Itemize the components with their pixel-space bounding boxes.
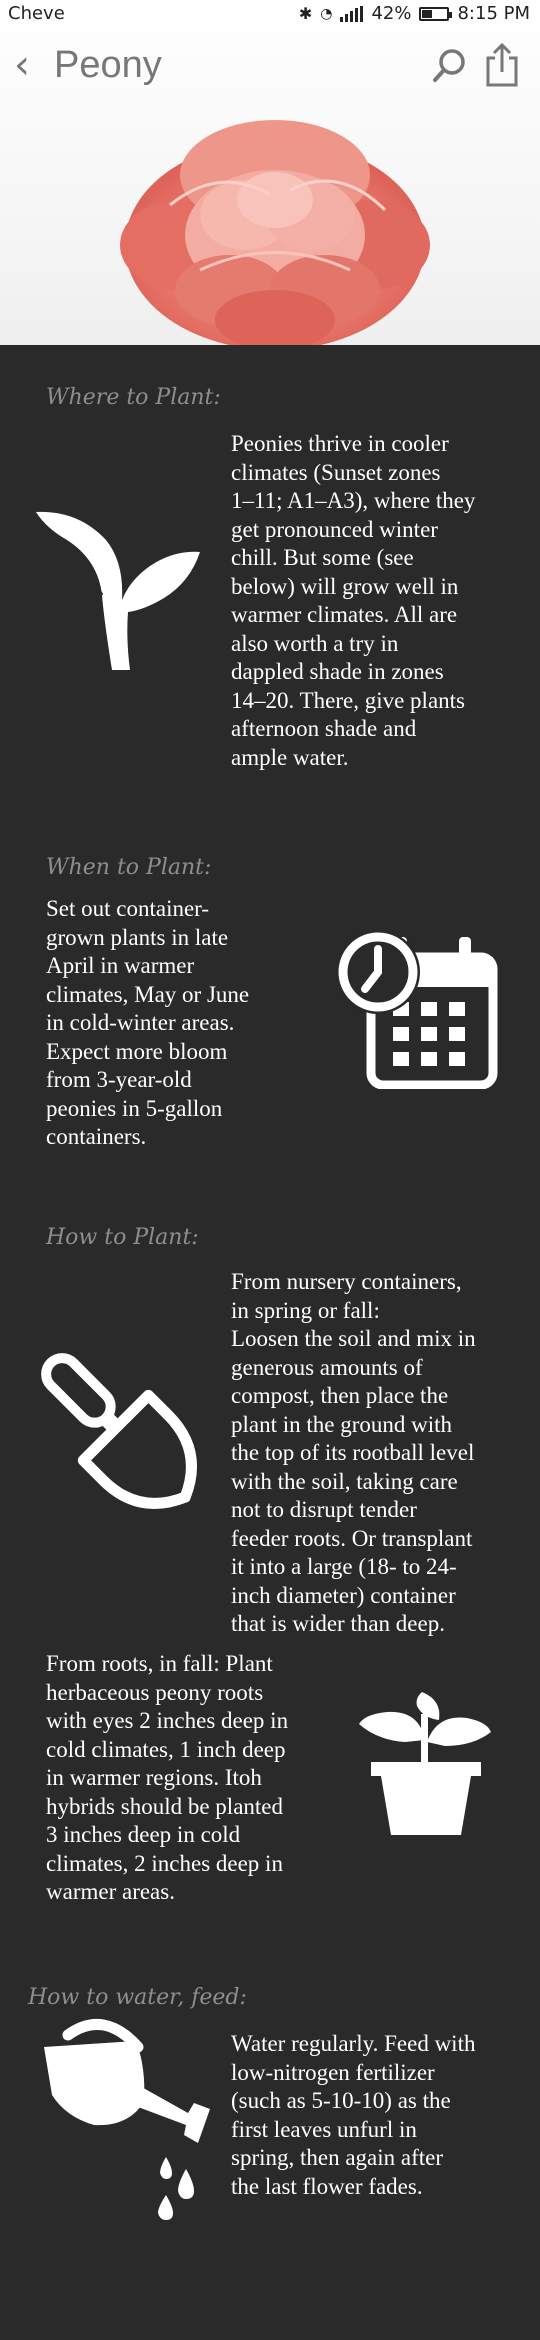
how-heading: How to Plant: xyxy=(46,1225,199,1250)
signal-icon xyxy=(340,5,364,22)
potted-plant-icon xyxy=(359,1692,491,1835)
page-title: Peony xyxy=(54,44,162,86)
share-icon[interactable] xyxy=(484,42,520,88)
water-heading: How to water, feed: xyxy=(28,1985,247,2010)
when-text: Set out container- grown plants in late … xyxy=(46,896,250,1149)
how-text-containers: From nursery containers, in spring or fa… xyxy=(231,1269,476,1636)
how-text-roots: From roots, in fall: Plant herbaceous pe… xyxy=(46,1651,289,1904)
app-header: ‹ Peony xyxy=(0,38,540,98)
calendar-clock-icon xyxy=(336,930,498,1089)
chevron-left-icon[interactable]: ‹ xyxy=(14,42,30,88)
where-text: Peonies thrive in cooler climates (Sunse… xyxy=(231,431,476,770)
where-heading: Where to Plant: xyxy=(46,385,221,410)
peony-flower-image xyxy=(120,120,430,345)
battery-icon xyxy=(419,6,453,21)
sprout-icon xyxy=(36,511,200,670)
wifi-icon: ◔ xyxy=(320,5,333,22)
when-heading: When to Plant: xyxy=(46,855,212,880)
status-bar: Cheve ✱ ◔ 42% 8:15 PM xyxy=(0,0,540,30)
carrier-label: Cheve xyxy=(8,3,65,24)
watering-can-icon xyxy=(44,2018,210,2220)
water-text: Water regularly. Feed with low-nitrogen … xyxy=(231,2031,476,2199)
trowel-icon xyxy=(41,1353,197,1509)
clock: 8:15 PM xyxy=(457,3,530,24)
hero-area: Cheve ✱ ◔ 42% 8:15 PM ‹ Peony xyxy=(0,0,540,345)
battery-percent: 42% xyxy=(371,3,412,24)
bluetooth-icon: ✱ xyxy=(298,4,313,23)
search-icon[interactable] xyxy=(430,46,470,86)
